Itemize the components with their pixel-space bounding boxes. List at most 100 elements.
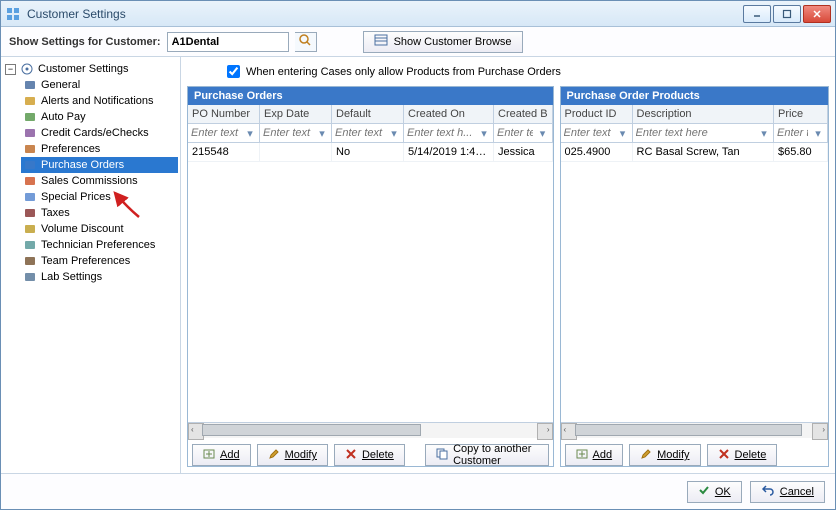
pp-filters: ▾ ▾ ▾	[561, 124, 828, 143]
sidebar-item-volume-discount[interactable]: Volume Discount	[21, 221, 178, 237]
tree-item-label: Sales Commissions	[41, 175, 138, 187]
tree-pane: − Customer Settings General Alerts and No…	[1, 57, 181, 473]
titlebar: Customer Settings	[1, 1, 835, 27]
pp-title: Purchase Order Products	[561, 87, 828, 105]
sidebar-item-technician-preferences[interactable]: Technician Preferences	[21, 237, 178, 253]
sidebar-item-general[interactable]: General	[21, 77, 178, 93]
sidebar-item-taxes[interactable]: Taxes	[21, 205, 178, 221]
settings-topbar: Show Settings for Customer: Show Custome…	[1, 27, 835, 57]
filter-icon[interactable]: ▾	[315, 126, 329, 140]
po-col-default[interactable]: Default	[332, 105, 404, 123]
po-filter-expdate[interactable]	[260, 124, 315, 142]
filter-icon[interactable]: ▾	[811, 126, 825, 140]
po-col-createdby[interactable]: Created B	[494, 105, 553, 123]
tree-item-icon	[23, 94, 37, 108]
tree-root[interactable]: − Customer Settings	[3, 61, 178, 77]
cancel-button[interactable]: Cancel	[750, 481, 825, 503]
po-filter-createdon[interactable]	[404, 124, 477, 142]
sidebar-item-team-preferences[interactable]: Team Preferences	[21, 253, 178, 269]
po-col-expdate[interactable]: Exp Date	[260, 105, 332, 123]
tree-item-icon	[23, 238, 37, 252]
window-buttons	[743, 5, 831, 23]
po-col-createdon[interactable]: Created On	[404, 105, 494, 123]
tree-item-label: Lab Settings	[41, 271, 102, 283]
pp-filter-price[interactable]	[774, 124, 811, 142]
po-filter-default[interactable]	[332, 124, 387, 142]
po-delete-button[interactable]: Delete	[334, 444, 405, 466]
ok-button[interactable]: OK	[687, 481, 742, 503]
pp-cell-productid: 025.4900	[561, 143, 633, 161]
pp-col-price[interactable]: Price	[774, 105, 828, 123]
table-row[interactable]: 025.4900 RC Basal Screw, Tan $65.80	[561, 143, 828, 162]
sidebar-item-lab-settings[interactable]: Lab Settings	[21, 269, 178, 285]
sidebar-item-auto-pay[interactable]: Auto Pay	[21, 109, 178, 125]
po-col-number[interactable]: PO Number	[188, 105, 260, 123]
po-filter-number[interactable]	[188, 124, 243, 142]
pp-button-row: Add Modify Delete	[561, 438, 828, 466]
pp-cell-description: RC Basal Screw, Tan	[633, 143, 774, 161]
restrict-products-label: When entering Cases only allow Products …	[246, 66, 561, 78]
filter-icon[interactable]: ▾	[757, 126, 771, 140]
tree-item-label: Team Preferences	[41, 255, 130, 267]
window-title: Customer Settings	[27, 7, 743, 21]
pp-hscrollbar[interactable]: ‹›	[561, 422, 828, 438]
pp-add-button[interactable]: Add	[565, 444, 624, 466]
filter-icon[interactable]: ▾	[387, 126, 401, 140]
pp-delete-button[interactable]: Delete	[707, 444, 778, 466]
customer-input[interactable]	[168, 33, 288, 51]
filter-icon[interactable]: ▾	[243, 126, 257, 140]
app-icon	[5, 6, 21, 22]
restrict-products-checkbox[interactable]	[227, 65, 240, 78]
show-customer-browse-button[interactable]: Show Customer Browse	[363, 31, 523, 53]
maximize-button[interactable]	[773, 5, 801, 23]
customer-input-wrap	[167, 32, 289, 52]
browse-icon	[374, 33, 388, 50]
tree-item-label: Volume Discount	[41, 223, 124, 235]
po-cell-createdby: Jessica	[494, 143, 553, 161]
search-icon	[298, 33, 312, 50]
sidebar-item-alerts-and-notifications[interactable]: Alerts and Notifications	[21, 93, 178, 109]
edit-icon	[640, 448, 652, 463]
po-filters: ▾ ▾ ▾ ▾ ▾	[188, 124, 553, 143]
filter-icon[interactable]: ▾	[536, 126, 550, 140]
filter-icon[interactable]: ▾	[616, 126, 630, 140]
sidebar-item-purchase-orders[interactable]: Purchase Orders	[21, 157, 178, 173]
po-hscrollbar[interactable]: ‹›	[188, 422, 553, 438]
tree-collapse-icon[interactable]: −	[5, 64, 16, 75]
tree-item-label: Alerts and Notifications	[41, 95, 154, 107]
po-filter-createdby[interactable]	[494, 124, 536, 142]
po-cell-number: 215548	[188, 143, 260, 161]
po-modify-button[interactable]: Modify	[257, 444, 328, 466]
pp-filter-productid[interactable]	[561, 124, 616, 142]
pp-col-productid[interactable]: Product ID	[561, 105, 633, 123]
settings-root-icon	[20, 62, 34, 76]
copy-icon	[436, 448, 448, 463]
po-body[interactable]: 215548 No 5/14/2019 1:47... Jessica	[188, 143, 553, 422]
po-copy-button[interactable]: Copy to another Customer	[425, 444, 548, 466]
sidebar-item-sales-commissions[interactable]: Sales Commissions	[21, 173, 178, 189]
window: Customer Settings Show Settings for Cust…	[0, 0, 836, 510]
table-row[interactable]: 215548 No 5/14/2019 1:47... Jessica	[188, 143, 553, 162]
pp-body[interactable]: 025.4900 RC Basal Screw, Tan $65.80	[561, 143, 828, 422]
po-products-block: Purchase Order Products Product ID Descr…	[560, 86, 829, 467]
sidebar-item-credit-cards-echecks[interactable]: Credit Cards/eChecks	[21, 125, 178, 141]
po-title: Purchase Orders	[188, 87, 553, 105]
tree-item-label: Special Prices	[41, 191, 111, 203]
purchase-orders-block: Purchase Orders PO Number Exp Date Defau…	[187, 86, 554, 467]
sidebar-item-special-prices[interactable]: Special Prices	[21, 189, 178, 205]
tree-item-icon	[23, 174, 37, 188]
filter-icon[interactable]: ▾	[477, 126, 491, 140]
pp-col-description[interactable]: Description	[633, 105, 774, 123]
customer-search-button[interactable]	[295, 32, 317, 52]
tree-item-label: Preferences	[41, 143, 100, 155]
pp-filter-description[interactable]	[633, 124, 757, 142]
sidebar-item-preferences[interactable]: Preferences	[21, 141, 178, 157]
pp-modify-button[interactable]: Modify	[629, 444, 700, 466]
po-add-button[interactable]: Add	[192, 444, 251, 466]
tree-item-label: Technician Preferences	[41, 239, 155, 251]
tables-row: Purchase Orders PO Number Exp Date Defau…	[187, 86, 829, 467]
check-icon	[698, 484, 710, 499]
restrict-products-row: When entering Cases only allow Products …	[187, 63, 829, 82]
close-button[interactable]	[803, 5, 831, 23]
minimize-button[interactable]	[743, 5, 771, 23]
